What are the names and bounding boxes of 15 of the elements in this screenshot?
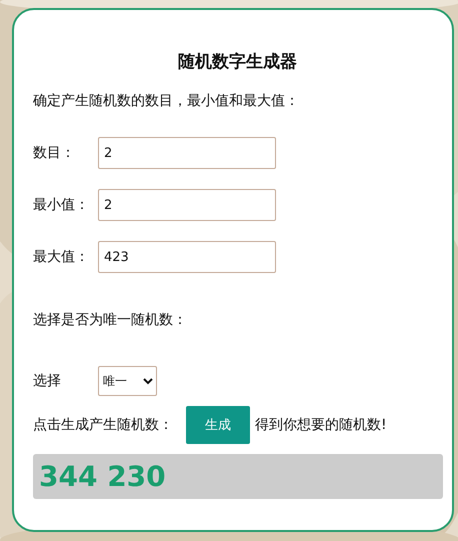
unique-prompt-text: 选择是否为唯一随机数：: [33, 311, 188, 330]
field-label: 数目：: [33, 144, 76, 162]
select-label: 选择: [33, 372, 62, 390]
number-field[interactable]: 423: [98, 241, 276, 273]
generate-button[interactable]: 生成: [186, 406, 250, 444]
field-label: 最小值：: [33, 196, 90, 214]
field-label: 最大值：: [33, 248, 90, 266]
unique-select[interactable]: 唯一: [98, 366, 157, 396]
generate-prompt-text: 点击生成产生随机数：: [33, 416, 173, 435]
number-field[interactable]: 2: [98, 137, 276, 169]
instructions-text: 确定产生随机数的数目，最小值和最大值：: [33, 92, 300, 111]
page-title: 随机数字生成器: [177, 51, 298, 74]
result-hint-text: 得到你想要的随机数!: [255, 416, 387, 435]
result-display: 344 230: [33, 454, 443, 499]
number-field[interactable]: 2: [98, 189, 276, 221]
